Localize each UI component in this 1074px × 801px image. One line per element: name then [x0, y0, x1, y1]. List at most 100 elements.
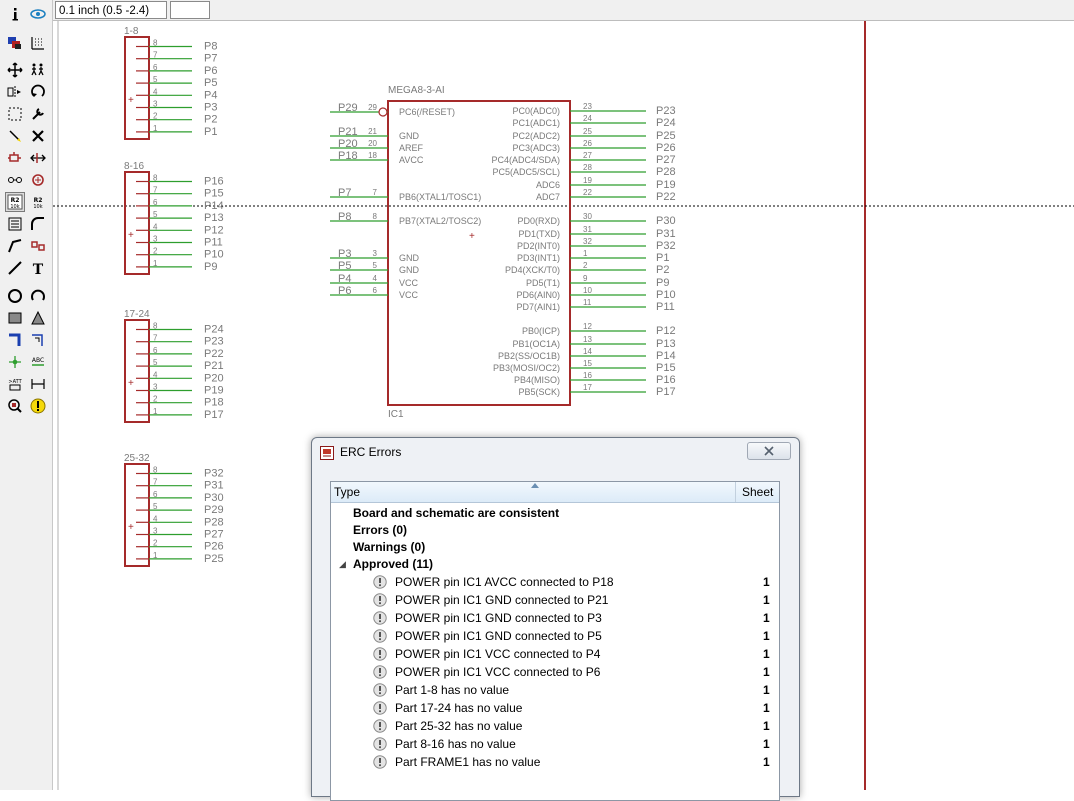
pin-number: 32 — [583, 237, 592, 246]
miter-button[interactable] — [28, 214, 48, 234]
value-button[interactable]: R2 10k — [28, 192, 48, 212]
approved-item-row[interactable]: Part FRAME1 has no value 1 — [331, 754, 779, 771]
erc-errors-dialog: ERC Errors Type Sheet Board and schemati… — [311, 437, 800, 801]
pinswap-button[interactable] — [28, 148, 48, 168]
close-button[interactable] — [747, 442, 791, 460]
move-icon — [7, 62, 23, 78]
approved-item-row[interactable]: POWER pin IC1 GND connected to P21 1 — [331, 592, 779, 609]
eye-button[interactable] — [28, 4, 48, 24]
approved-item-sheet: 1 — [763, 665, 770, 679]
approved-item-message: POWER pin IC1 AVCC connected to P18 — [395, 575, 614, 589]
column-header-sheet[interactable]: Sheet — [737, 482, 779, 502]
approved-item-sheet: 1 — [763, 701, 770, 715]
info-button[interactable] — [5, 4, 25, 24]
mirror-button[interactable] — [5, 82, 25, 102]
approved-item-row[interactable]: POWER pin IC1 VCC connected to P4 1 — [331, 646, 779, 663]
collapse-triangle-icon[interactable]: ◢ — [339, 556, 346, 573]
net-label: P9 — [204, 261, 217, 273]
net-label: P22 — [204, 348, 224, 360]
invoke-icon — [31, 241, 45, 251]
label-button[interactable]: ABC — [28, 352, 48, 372]
approved-item-row[interactable]: Part 8-16 has no value 1 — [331, 736, 779, 753]
copy-button[interactable] — [28, 60, 48, 80]
pin-number: 4 — [153, 370, 158, 379]
delete-button[interactable] — [28, 126, 48, 146]
approved-warning-icon — [373, 755, 387, 769]
pin-name: PB1(OC1A) — [512, 339, 560, 349]
smash-button[interactable] — [5, 214, 25, 234]
rect-button[interactable] — [5, 308, 25, 328]
erc-icon — [8, 399, 22, 413]
pin-number: 17 — [583, 383, 592, 392]
pin-number: 5 — [153, 210, 158, 219]
command-line-input[interactable] — [170, 1, 210, 19]
errors-icon — [30, 398, 46, 414]
net-label: P2 — [204, 114, 217, 126]
net-label: P8 — [204, 41, 217, 53]
replace-button[interactable] — [5, 170, 25, 190]
label-icon: ABC — [32, 357, 44, 366]
approved-item-row[interactable]: POWER pin IC1 GND connected to P3 1 — [331, 610, 779, 627]
approved-item-row[interactable]: Part 25-32 has no value 1 — [331, 718, 779, 735]
gateswap-button[interactable] — [28, 170, 48, 190]
pin-number: 10 — [583, 286, 592, 295]
arc-button[interactable] — [28, 286, 48, 306]
net-button[interactable] — [28, 330, 48, 350]
pin-number: 29 — [368, 103, 377, 112]
net-label: P4 — [338, 273, 351, 285]
approved-warning-icon — [373, 701, 387, 715]
grid-icon — [31, 37, 44, 50]
dimension-button[interactable] — [28, 374, 48, 394]
approved-item-row[interactable]: POWER pin IC1 VCC connected to P6 1 — [331, 664, 779, 681]
approved-item-row[interactable]: Part 17-24 has no value 1 — [331, 700, 779, 717]
net-label: P30 — [204, 492, 224, 504]
svg-text:10k: 10k — [10, 204, 19, 210]
pin-number: 3 — [153, 235, 158, 244]
circle-button[interactable] — [5, 286, 25, 306]
attribute-button[interactable]: >ATT — [5, 374, 25, 394]
net-label: P23 — [204, 336, 224, 348]
junction-button[interactable] — [5, 352, 25, 372]
polygon-button[interactable] — [28, 308, 48, 328]
connector-origin: + — [128, 95, 134, 106]
wrench-button[interactable] — [28, 104, 48, 124]
summary-row[interactable]: Board and schematic are consistent — [331, 505, 779, 522]
approved-item-row[interactable]: POWER pin IC1 AVCC connected to P18 1 — [331, 574, 779, 591]
split-button[interactable] — [5, 236, 25, 256]
erc-button[interactable] — [5, 396, 25, 416]
pin-name: GND — [399, 265, 420, 275]
erc-dialog-icon — [320, 446, 334, 460]
command-toolbar: R2 10k R2 10k T ABC >ATT — [0, 0, 53, 790]
bus-button[interactable] — [5, 330, 25, 350]
net-label: P30 — [656, 215, 676, 227]
approved-item-row[interactable]: POWER pin IC1 GND connected to P5 1 — [331, 628, 779, 645]
net-label: P10 — [656, 289, 676, 301]
summary-row[interactable]: Errors (0) — [331, 522, 779, 539]
pin-name: ADC7 — [536, 192, 560, 202]
net-label: P10 — [204, 249, 224, 261]
erc-tree-view[interactable]: Type Sheet Board and schematic are consi… — [330, 481, 780, 801]
approved-group-row[interactable]: ◢ Approved (11) — [331, 556, 779, 573]
invoke-button[interactable] — [28, 236, 48, 256]
layers-button[interactable] — [5, 33, 25, 53]
pin-name: PD6(AIN0) — [516, 290, 560, 300]
dialog-titlebar[interactable]: ERC Errors — [312, 438, 799, 466]
group-button[interactable] — [5, 104, 25, 124]
add-icon — [8, 152, 21, 162]
inverted-pin-marker — [378, 107, 388, 117]
approved-item-row[interactable]: Part 1-8 has no value 1 — [331, 682, 779, 699]
approved-warning-icon — [373, 737, 387, 751]
pin-name: PB7(XTAL2/TOSC2) — [399, 216, 481, 226]
name-button[interactable]: R2 10k — [5, 192, 25, 212]
grid-button[interactable] — [28, 33, 48, 53]
add-button[interactable] — [5, 148, 25, 168]
summary-row[interactable]: Warnings (0) — [331, 539, 779, 556]
net-label: P17 — [204, 409, 224, 421]
paste-button[interactable] — [5, 126, 25, 146]
rotate-button[interactable] — [28, 82, 48, 102]
errors-button[interactable] — [28, 396, 48, 416]
text-button[interactable]: T — [28, 258, 48, 278]
wire-button[interactable] — [5, 258, 25, 278]
pin-number: 3 — [153, 527, 158, 536]
move-button[interactable] — [5, 60, 25, 80]
